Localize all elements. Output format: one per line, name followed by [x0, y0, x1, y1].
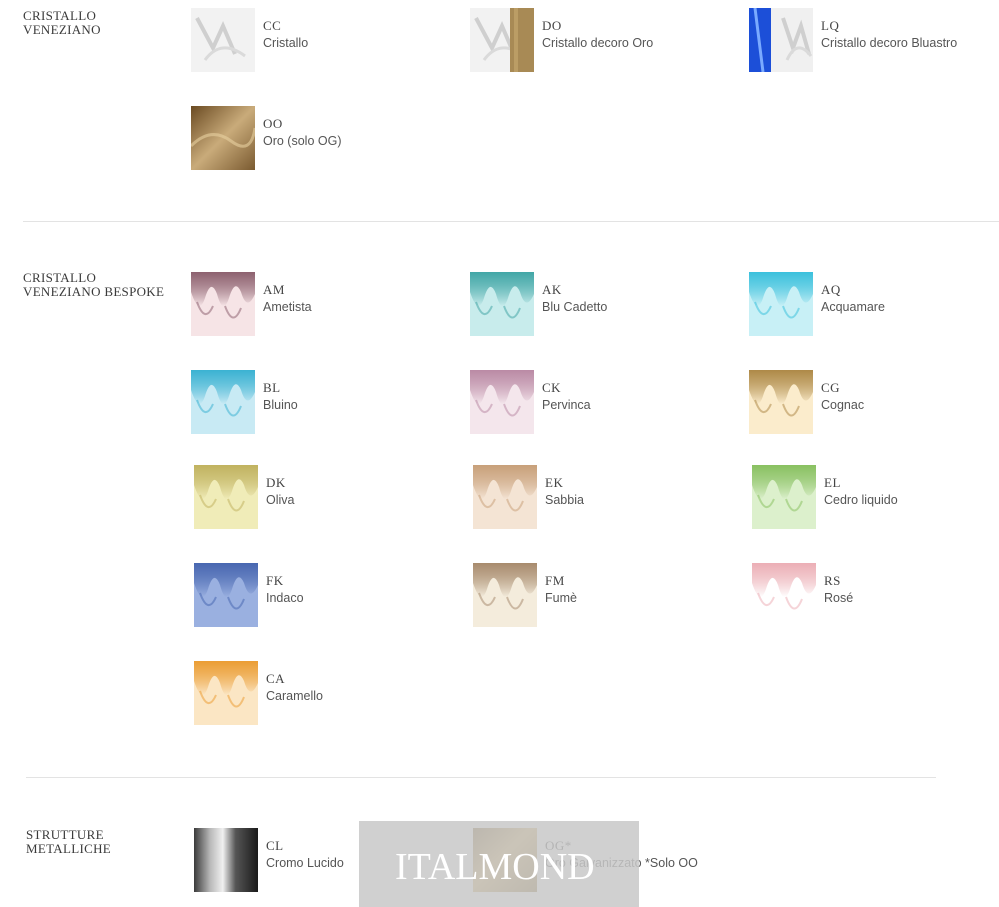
section-title: CRISTALLO VENEZIANO BESPOKE	[23, 270, 165, 299]
finish-item[interactable]: DO Cristallo decoro Oro	[470, 8, 730, 74]
finish-name: Cognac	[821, 398, 865, 412]
finish-swatch[interactable]	[749, 8, 813, 72]
swatch-image	[749, 8, 813, 72]
finish-item[interactable]: BL Bluino	[191, 370, 451, 436]
finish-name: Ametista	[263, 300, 312, 314]
finish-name: Fumè	[545, 591, 577, 605]
swatch-image	[470, 370, 534, 434]
finish-swatch[interactable]	[473, 563, 537, 627]
finish-name: Sabbia	[545, 493, 584, 507]
swatch-image	[194, 828, 258, 892]
finish-name: Indaco	[266, 591, 304, 605]
swatch-image	[194, 563, 258, 627]
finish-name: Acquamare	[821, 300, 885, 314]
watermark-text: ITALMOND	[395, 846, 595, 888]
finish-code: CL	[266, 838, 284, 853]
swatch-image	[191, 106, 255, 170]
finish-swatch[interactable]	[194, 828, 258, 892]
finish-item[interactable]: AK Blu Cadetto	[470, 272, 730, 338]
finish-item[interactable]: FM Fumè	[473, 563, 733, 629]
finish-item[interactable]: FK Indaco	[194, 563, 454, 629]
finish-code: FM	[545, 573, 565, 588]
finish-swatch[interactable]	[191, 370, 255, 434]
finish-name: Bluino	[263, 398, 298, 412]
finish-code: CA	[266, 671, 286, 686]
finish-item[interactable]: LQ Cristallo decoro Bluastro	[749, 8, 999, 74]
finish-name: Oro (solo OG)	[263, 134, 342, 148]
section-divider	[23, 221, 999, 222]
finish-name: Caramello	[266, 689, 323, 703]
swatch-image	[752, 465, 816, 529]
finish-name: Rosé	[824, 591, 854, 605]
finish-swatch[interactable]	[191, 272, 255, 336]
finish-name: Cedro liquido	[824, 493, 898, 507]
finish-swatch[interactable]	[473, 465, 537, 529]
finish-swatch[interactable]	[749, 272, 813, 336]
finish-name: Cristallo decoro Oro	[542, 36, 654, 50]
finish-swatch[interactable]	[749, 370, 813, 434]
finish-swatch[interactable]	[191, 8, 255, 72]
finish-swatch[interactable]	[194, 661, 258, 725]
swatch-image	[191, 272, 255, 336]
finish-code: DK	[266, 475, 286, 490]
finish-swatch[interactable]	[470, 8, 534, 72]
finish-item[interactable]: RS Rosé	[752, 563, 999, 629]
finish-swatch[interactable]	[470, 272, 534, 336]
finish-name: Cromo Lucido	[266, 856, 344, 870]
finish-code: BL	[263, 380, 281, 395]
finish-name: Oliva	[266, 493, 295, 507]
watermark: ITALMOND	[359, 821, 639, 907]
finish-item[interactable]: CK Pervinca	[470, 370, 730, 436]
finish-swatch[interactable]	[752, 465, 816, 529]
finish-item[interactable]: CG Cognac	[749, 370, 999, 436]
finish-item[interactable]: DK Oliva	[194, 465, 454, 531]
swatch-image	[473, 563, 537, 627]
finish-code: CC	[263, 18, 282, 33]
swatch-image	[194, 661, 258, 725]
finish-swatch[interactable]	[191, 106, 255, 170]
finish-swatch[interactable]	[194, 563, 258, 627]
finish-code: AK	[542, 282, 562, 297]
finish-code: CK	[542, 380, 562, 395]
finish-item[interactable]: EK Sabbia	[473, 465, 733, 531]
swatch-image	[470, 272, 534, 336]
finish-name: Pervinca	[542, 398, 591, 412]
swatch-image	[749, 272, 813, 336]
swatch-image	[470, 8, 534, 72]
finish-code: LQ	[821, 18, 840, 33]
swatch-image	[191, 370, 255, 434]
finish-item[interactable]: CA Caramello	[194, 661, 454, 727]
swatch-image	[749, 370, 813, 434]
finish-code: DO	[542, 18, 562, 33]
swatch-image	[752, 563, 816, 627]
finish-name: Blu Cadetto	[542, 300, 608, 314]
finish-swatch[interactable]	[752, 563, 816, 627]
swatch-image	[191, 8, 255, 72]
finish-item[interactable]: AM Ametista	[191, 272, 451, 338]
finish-code: OO	[263, 116, 283, 131]
finish-item[interactable]: AQ Acquamare	[749, 272, 999, 338]
finish-code: EK	[545, 475, 564, 490]
finish-name: Cristallo decoro Bluastro	[821, 36, 958, 50]
finish-name: Cristallo	[263, 36, 309, 50]
finish-code: CG	[821, 380, 841, 395]
finish-code: EL	[824, 475, 841, 490]
finish-code: AQ	[821, 282, 841, 297]
finish-item[interactable]: OO Oro (solo OG)	[191, 106, 451, 172]
finish-item[interactable]: EL Cedro liquido	[752, 465, 999, 531]
section-divider	[26, 777, 936, 778]
finish-swatch[interactable]	[470, 370, 534, 434]
finish-item[interactable]: CC Cristallo	[191, 8, 451, 74]
finish-code: FK	[266, 573, 284, 588]
finish-swatch[interactable]	[194, 465, 258, 529]
finish-code: AM	[263, 282, 285, 297]
section-title: STRUTTURE METALLICHE	[26, 827, 111, 856]
swatch-image	[473, 465, 537, 529]
section-title: CRISTALLO VENEZIANO	[23, 8, 101, 37]
finish-code: RS	[824, 573, 841, 588]
swatch-image	[194, 465, 258, 529]
